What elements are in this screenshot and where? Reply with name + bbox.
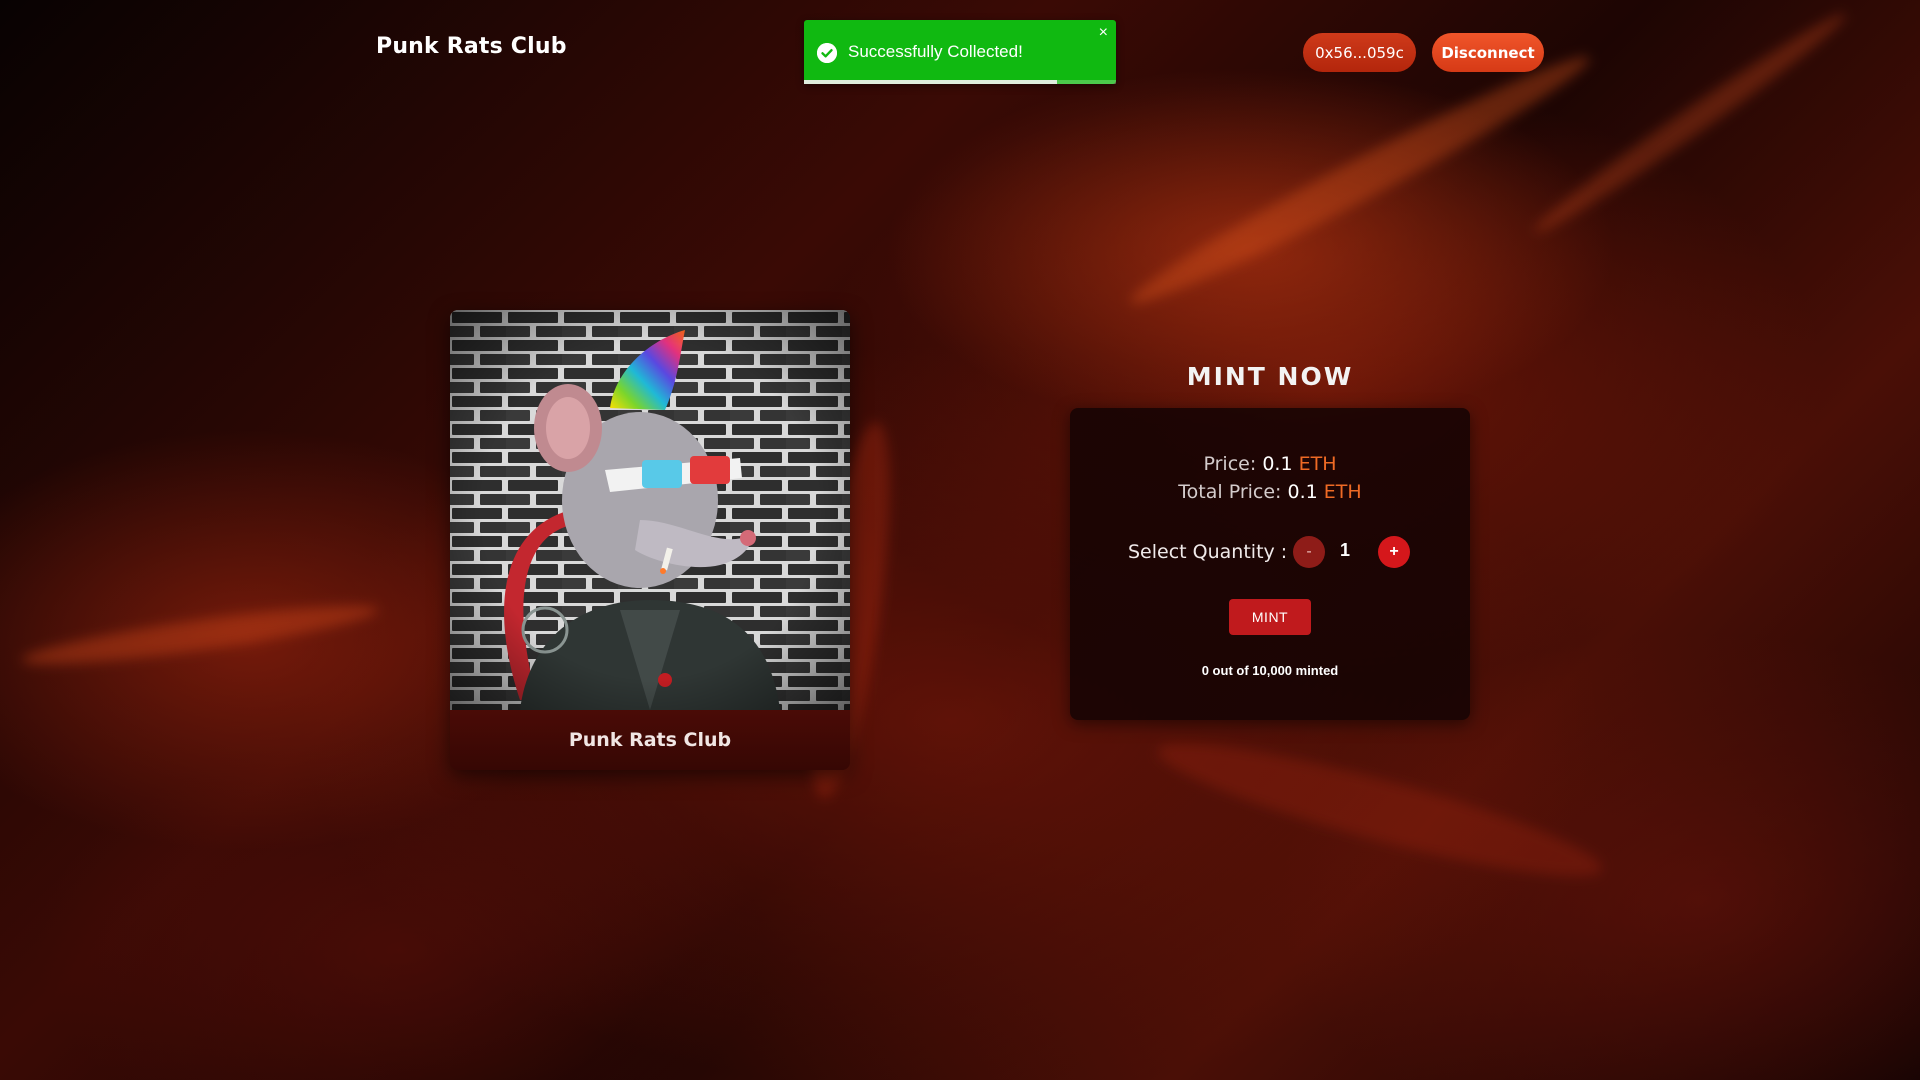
quantity-selector: Select Quantity : - 1 + (1070, 536, 1470, 570)
nft-name: Punk Rats Club (450, 710, 850, 770)
close-icon[interactable]: × (1099, 25, 1108, 41)
success-toast: Successfully Collected! × (804, 20, 1116, 84)
toast-message: Successfully Collected! (848, 42, 1023, 61)
check-circle-icon (817, 43, 837, 63)
increase-quantity-button[interactable]: + (1378, 536, 1410, 568)
background-streak (19, 595, 381, 675)
total-price-unit: ETH (1323, 481, 1362, 503)
quantity-value: 1 (1340, 540, 1351, 560)
total-price-value: 0.1 (1287, 481, 1318, 503)
nft-preview-card: Punk Rats Club (450, 310, 850, 770)
mint-button[interactable]: MINT (1229, 599, 1311, 635)
disconnect-button[interactable]: Disconnect (1432, 33, 1544, 72)
mint-panel: Price: 0.1 ETH Total Price: 0.1 ETH Sele… (1070, 408, 1470, 720)
nft-image (450, 310, 850, 710)
price-label: Price: (1203, 453, 1257, 475)
decrease-quantity-button[interactable]: - (1293, 536, 1325, 568)
minted-count: 0 out of 10,000 minted (1201, 663, 1339, 678)
background-streak (1526, 3, 1854, 243)
price-value: 0.1 (1262, 453, 1293, 475)
wallet-address-button[interactable]: 0x56...059c (1303, 33, 1416, 72)
background-streak (1150, 721, 1610, 899)
price-unit: ETH (1298, 453, 1337, 475)
toast-progress-track (804, 80, 1116, 84)
total-price-line: Total Price: 0.1 ETH (1070, 481, 1470, 503)
site-brand-title[interactable]: Punk Rats Club (376, 34, 567, 59)
price-line: Price: 0.1 ETH (1070, 453, 1470, 475)
toast-progress-bar (804, 80, 1057, 84)
background-streak (1121, 40, 1599, 320)
mint-heading: MINT NOW (1186, 362, 1354, 391)
total-price-label: Total Price: (1178, 481, 1282, 503)
quantity-label: Select Quantity : (1128, 541, 1288, 563)
